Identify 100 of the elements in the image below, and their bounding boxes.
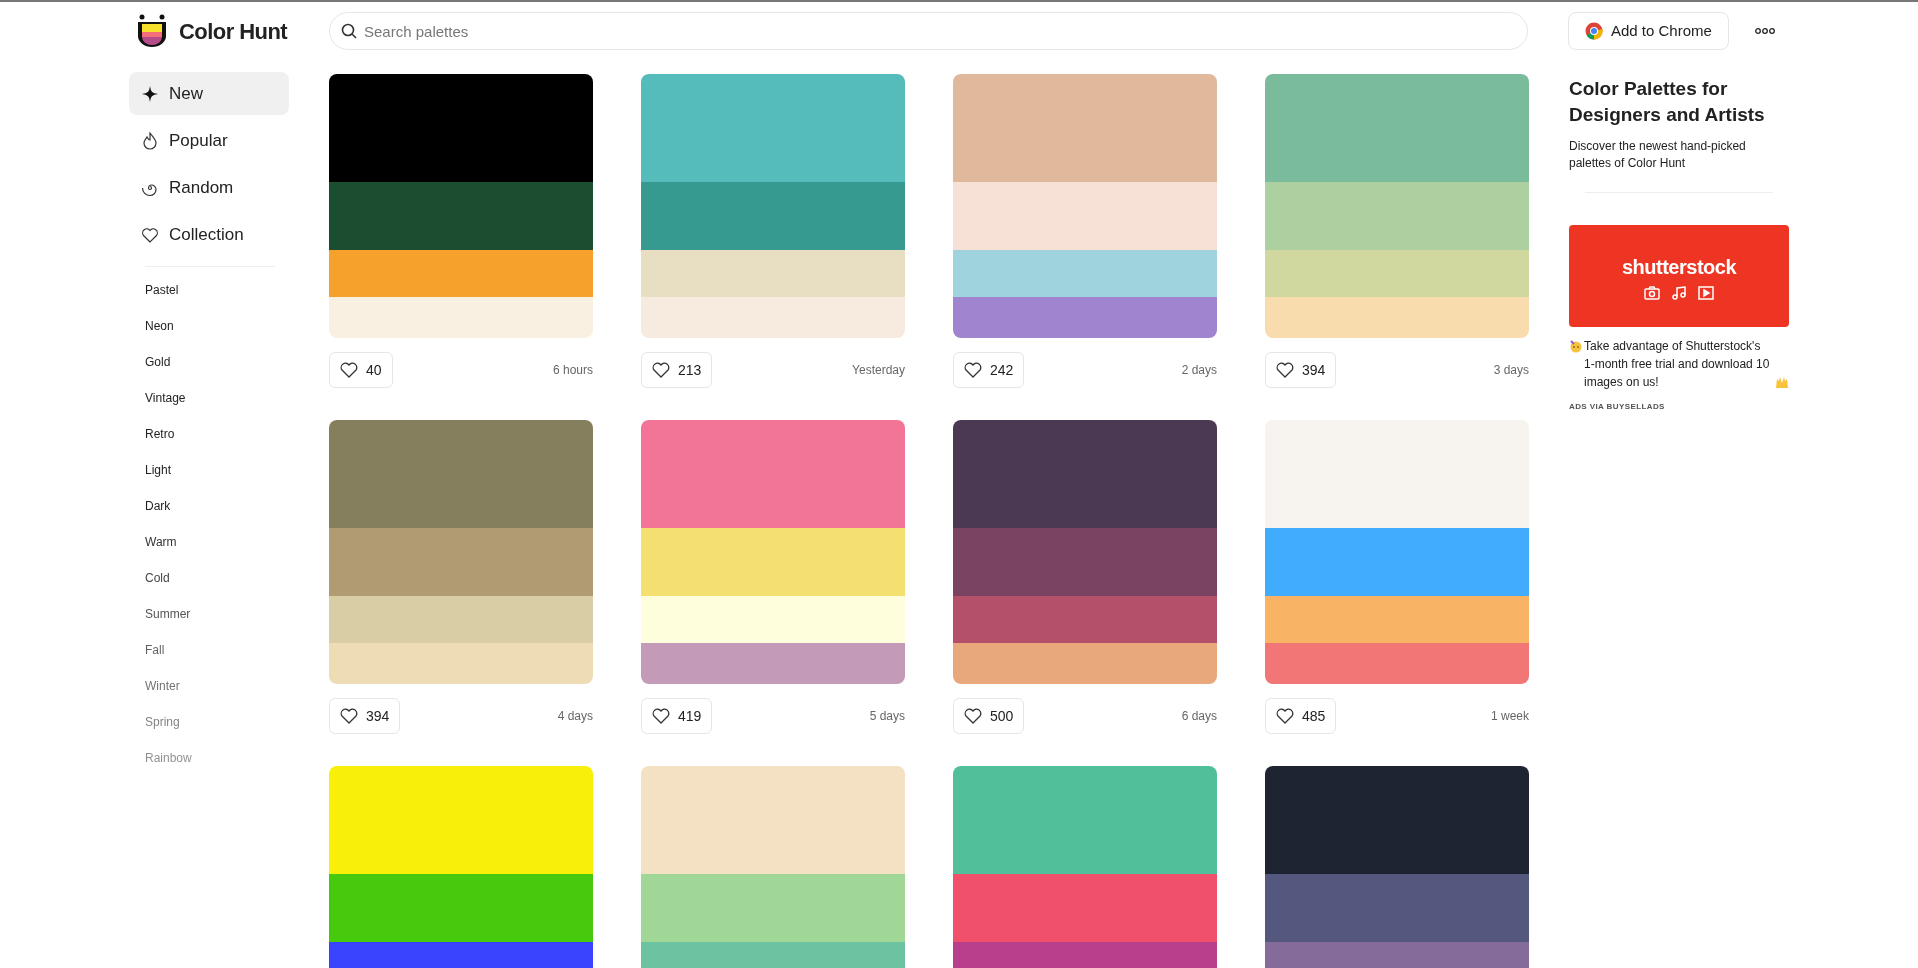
logo-icon[interactable] [137,14,167,48]
color-stripe[interactable] [1265,528,1529,596]
palette-swatch[interactable] [329,74,593,338]
tag-link[interactable]: Light [145,461,172,497]
search-field[interactable]: Search palettes [329,12,1528,50]
color-stripe[interactable] [641,596,905,643]
color-stripe[interactable] [1265,766,1529,874]
color-stripe[interactable] [1265,596,1529,643]
play-icon [1698,286,1714,300]
color-stripe[interactable] [329,250,593,297]
color-stripe[interactable] [329,643,593,684]
color-stripe[interactable] [953,420,1217,528]
color-stripe[interactable] [641,766,905,874]
palette-swatch[interactable] [953,420,1217,684]
color-stripe[interactable] [329,182,593,250]
palette-swatch[interactable] [1265,74,1529,338]
tag-link[interactable]: Vintage [145,389,186,425]
palette-swatch[interactable] [1265,766,1529,968]
date-label: 3 days [1493,362,1529,379]
tag-link[interactable]: Retro [145,425,175,461]
color-stripe[interactable] [1265,420,1529,528]
color-stripe[interactable] [1265,874,1529,942]
color-stripe[interactable] [641,297,905,338]
color-stripe[interactable] [329,420,593,528]
tag-link[interactable]: Warm [145,533,177,569]
tag-link[interactable]: Winter [145,677,180,713]
like-button[interactable]: 40 [329,352,393,388]
color-stripe[interactable] [329,74,593,182]
color-stripe[interactable] [329,528,593,596]
date-label: 6 hours [552,362,593,379]
like-button[interactable]: 213 [641,352,713,388]
palette-swatch[interactable] [329,766,593,968]
ad-credit[interactable]: ADS VIA BUYSELLADS [1569,401,1789,413]
color-stripe[interactable] [953,250,1217,297]
color-stripe[interactable] [641,182,905,250]
palette-swatch[interactable] [1265,420,1529,684]
color-stripe[interactable] [329,596,593,643]
palette-swatch[interactable] [641,420,905,684]
like-button[interactable]: 485 [1265,698,1337,734]
color-stripe[interactable] [641,528,905,596]
add-to-chrome-button[interactable]: Add to Chrome [1568,12,1729,50]
color-stripe[interactable] [953,74,1217,182]
color-stripe[interactable] [953,528,1217,596]
heart-icon [1276,362,1294,378]
like-button[interactable]: 394 [1265,352,1337,388]
camera-icon [1644,286,1660,300]
date-label: Yesterday [852,362,905,379]
tag-link[interactable]: Neon [145,317,174,353]
tag-link[interactable]: Dark [145,497,171,533]
flame-icon [141,131,159,150]
panel-subtitle: Discover the newest hand-picked palettes of Color Hunt [1569,138,1747,172]
color-stripe[interactable] [1265,297,1529,338]
color-stripe[interactable] [641,643,905,684]
palette-swatch[interactable] [641,766,905,968]
color-stripe[interactable] [329,297,593,338]
music-note-icon [1672,286,1686,300]
tag-link[interactable]: Gold [145,353,171,389]
heart-icon [141,225,159,244]
color-stripe[interactable] [641,420,905,528]
color-stripe[interactable] [1265,182,1529,250]
tag-link[interactable]: Cold [145,569,170,605]
more-icon[interactable] [1754,27,1775,35]
like-button[interactable]: 500 [953,698,1025,734]
like-button[interactable]: 242 [953,352,1025,388]
tag-link[interactable]: Summer [145,605,191,641]
logo-text[interactable]: Color Hunt [179,14,288,48]
color-stripe[interactable] [329,874,593,942]
color-stripe[interactable] [953,874,1217,942]
heart-icon [1276,708,1294,724]
like-button[interactable]: 394 [329,698,401,734]
panel-title: Color Palettes for Designers and Artists [1569,77,1766,127]
tag-link[interactable]: Pastel [145,281,179,317]
color-stripe[interactable] [329,766,593,874]
raised-hands-icon [1775,375,1789,389]
ad-banner[interactable]: shutterstock [1569,225,1789,327]
color-stripe[interactable] [953,643,1217,684]
palette-swatch[interactable] [953,766,1217,968]
heart-icon [340,362,358,378]
color-stripe[interactable] [953,297,1217,338]
nav-item[interactable]: Collection [129,213,289,256]
palette-swatch[interactable] [329,420,593,684]
color-stripe[interactable] [641,250,905,297]
color-stripe[interactable] [953,766,1217,874]
color-stripe[interactable] [1265,643,1529,684]
like-button[interactable]: 419 [641,698,713,734]
tag-link[interactable]: Fall [145,641,165,677]
nav-item[interactable]: Popular [129,119,289,162]
tag-link[interactable]: Spring [145,713,180,749]
color-stripe[interactable] [953,182,1217,250]
color-stripe[interactable] [1265,74,1529,182]
palette-swatch[interactable] [953,74,1217,338]
palette-swatch[interactable] [641,74,905,338]
nav-item[interactable]: Random [129,166,289,209]
color-stripe[interactable] [953,596,1217,643]
date-label: 2 days [1181,362,1217,379]
date-label: 5 days [869,708,905,725]
nav-item[interactable]: New [129,72,289,115]
color-stripe[interactable] [641,74,905,182]
color-stripe[interactable] [1265,250,1529,297]
color-stripe[interactable] [641,874,905,942]
